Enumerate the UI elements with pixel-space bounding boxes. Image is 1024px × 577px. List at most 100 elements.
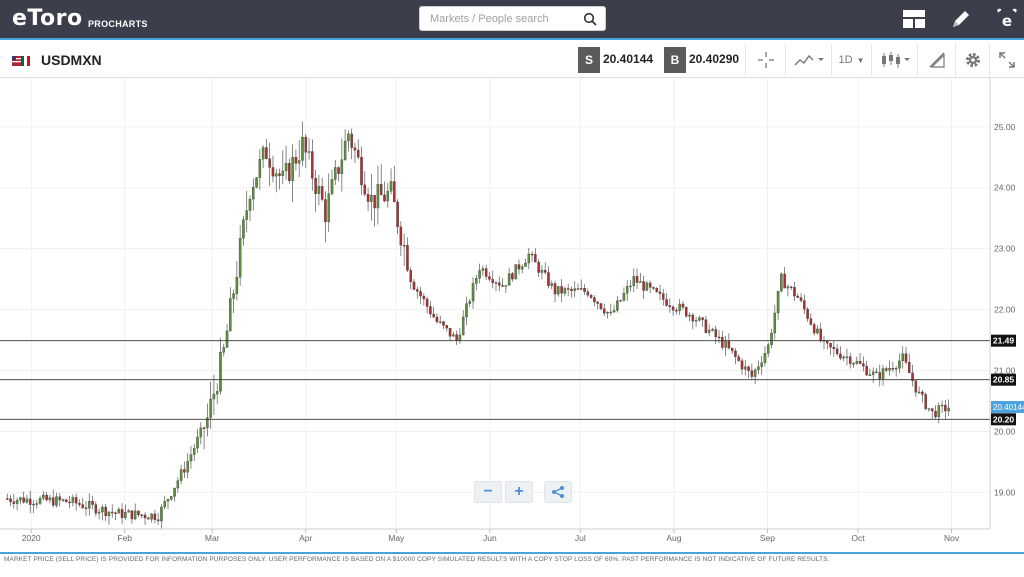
candle-body [229, 298, 232, 332]
candle-body [917, 391, 921, 394]
candle-body [520, 266, 524, 270]
pencil-icon[interactable] [947, 6, 975, 32]
zoom-in-button[interactable]: + [505, 481, 533, 503]
candle-body [642, 281, 645, 291]
candle-body [156, 519, 160, 522]
candle-body [652, 287, 655, 289]
candle-body [173, 487, 176, 497]
candle-body [504, 285, 508, 287]
buy-price[interactable]: 20.40290 [689, 52, 739, 66]
candle-body [143, 514, 147, 519]
candle-body [468, 301, 472, 304]
share-button[interactable] [544, 481, 572, 503]
candle-body [819, 328, 822, 341]
candle-body [914, 380, 918, 393]
candle-body [475, 278, 478, 284]
gear-icon [965, 53, 980, 67]
crosshair-button[interactable] [745, 44, 785, 76]
candle-body [232, 293, 235, 299]
candle-body [507, 273, 511, 286]
candle-body [947, 407, 950, 412]
candle-body [783, 273, 786, 289]
candle-body [753, 369, 757, 377]
candle-body [855, 361, 859, 364]
candle-body [524, 262, 527, 267]
candle-body [22, 497, 25, 503]
etoro-logo[interactable]: eToro [12, 6, 83, 31]
candle-body [19, 497, 22, 501]
candle-body [360, 157, 363, 186]
candle-body [678, 303, 681, 311]
drawing-tools-button[interactable] [917, 44, 955, 76]
candle-body [189, 454, 193, 462]
candle-body [730, 347, 734, 352]
candle-body [386, 191, 390, 202]
x-tick-label: Oct [851, 533, 865, 543]
candle-body [110, 511, 114, 514]
indicators-button[interactable] [785, 44, 831, 76]
candle-body [65, 499, 68, 503]
candle-body [826, 340, 829, 344]
candle-body [353, 147, 357, 151]
etoro-e-icon[interactable]: e [993, 6, 1021, 32]
candle-body [192, 447, 196, 455]
candle-body [763, 353, 767, 363]
zoom-out-button[interactable]: − [474, 481, 502, 503]
search-input[interactable] [420, 7, 580, 30]
timeframe-dropdown[interactable]: 1D ▼ [831, 44, 871, 76]
fullscreen-button[interactable] [989, 44, 1024, 76]
timeframe-value: 1D [838, 54, 853, 66]
candle-body [94, 504, 98, 514]
candle-body [511, 273, 514, 280]
y-tick-label: 23.00 [994, 244, 1016, 254]
sell-label[interactable]: S [578, 47, 600, 73]
x-tick-label: Jun [483, 533, 497, 543]
candle-body [170, 496, 173, 500]
y-tick-label: 19.00 [994, 487, 1016, 497]
candle-body [320, 186, 324, 200]
candle-body [848, 356, 852, 364]
candle-body [793, 287, 796, 297]
candle-body [684, 307, 688, 317]
chart-type-button[interactable] [871, 44, 917, 76]
x-tick-label: Sep [760, 533, 775, 543]
candle-body [868, 374, 872, 376]
x-tick-label: Jul [575, 533, 586, 543]
drawing-ruler-icon [929, 52, 945, 68]
x-tick-label: Feb [117, 533, 132, 543]
candle-body [209, 398, 212, 418]
candle-body [429, 306, 432, 315]
buy-label[interactable]: B [664, 47, 686, 73]
search-icon[interactable] [583, 12, 597, 26]
candle-body [6, 498, 9, 500]
candle-body [376, 184, 380, 209]
candle-body [366, 194, 370, 202]
candle-body [199, 427, 203, 438]
candle-body [12, 501, 16, 504]
settings-button[interactable] [955, 44, 989, 76]
candle-body [307, 151, 311, 153]
level-label: 20.85 [993, 375, 1015, 385]
candle-body [166, 499, 170, 502]
candle-body [461, 316, 465, 336]
candle-body [183, 469, 186, 473]
candle-body [28, 498, 32, 505]
candle-body [596, 301, 599, 304]
candle-body [514, 264, 517, 280]
search-box[interactable] [419, 6, 606, 31]
candle-body [383, 194, 386, 202]
candle-body [612, 310, 616, 313]
candle-body [599, 303, 603, 309]
candle-body [160, 506, 163, 522]
candle-body [757, 366, 760, 370]
sell-price[interactable]: 20.40144 [603, 52, 653, 66]
x-tick-label: Mar [205, 533, 220, 543]
layout-icon[interactable] [900, 6, 928, 32]
candle-body [442, 321, 445, 326]
candle-body [750, 370, 754, 377]
candle-body [163, 501, 166, 508]
candle-body [448, 327, 452, 337]
candle-body [84, 507, 88, 509]
candle-body [350, 133, 353, 148]
x-axis: 2020 Feb Mar Apr May Jun Jul Aug Sep Oct Nov [0, 528, 990, 543]
